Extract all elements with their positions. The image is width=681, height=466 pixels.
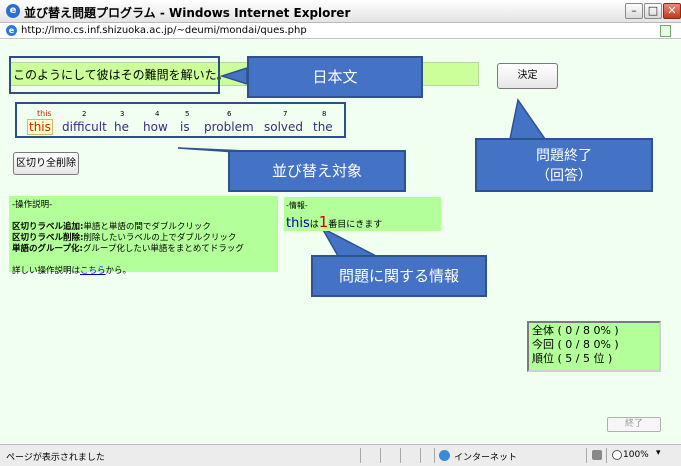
instruction-group-label: 単語のグループ化:: [12, 244, 83, 254]
word-index: this: [37, 109, 52, 118]
word-token[interactable]: solved: [264, 120, 303, 134]
instruction-del-text: 削除したいラベルの上でダブルクリック: [83, 233, 237, 243]
info-panel: -情報- thisは1番目にきます: [284, 197, 441, 231]
status-text: ページが表示されました: [6, 453, 105, 463]
word-index: 3: [120, 110, 125, 118]
stats-current: 今回 ( 0 / 8 0% ): [532, 338, 619, 351]
word-index: 8: [322, 110, 327, 118]
word-index: 6: [227, 110, 232, 118]
zoom-level[interactable]: 100%: [623, 450, 649, 460]
status-bar: ページが表示されました インターネット 100% ▾: [0, 444, 681, 466]
internet-zone-icon: [439, 450, 450, 461]
callout-question-end: 問題終了 （回答）: [475, 138, 653, 192]
status-separator: [420, 448, 421, 463]
instruction-add-text: 単語と単語の間でダブルクリック: [83, 222, 211, 232]
end-pointer: [509, 98, 547, 140]
info-header: -情報-: [286, 201, 308, 210]
info-number: 1: [318, 213, 329, 231]
protected-mode-icon[interactable]: [592, 450, 602, 460]
instruction-detail-link[interactable]: こちら: [80, 266, 106, 276]
word-token[interactable]: difficult: [62, 120, 107, 134]
info-word: this: [286, 216, 310, 231]
word-token[interactable]: he: [114, 120, 129, 134]
clear-separators-button[interactable]: 区切り全削除: [13, 152, 79, 175]
word-token[interactable]: is: [180, 120, 190, 134]
stats-total: 全体 ( 0 / 8 0% ): [532, 324, 619, 337]
status-separator: [606, 448, 607, 463]
status-separator: [380, 448, 381, 463]
info-line: thisは1番目にきます: [286, 213, 439, 231]
instruction-del-label: 区切りラベル削除:: [12, 233, 84, 243]
word-token[interactable]: problem: [204, 120, 254, 134]
callout-question-info: 問題に関する情報: [311, 255, 487, 297]
finish-button[interactable]: 終了: [607, 417, 661, 432]
zoom-dropdown-icon[interactable]: ▾: [656, 448, 661, 458]
nihonbun-pointer: [219, 66, 248, 86]
callout-end-line1: 問題終了: [536, 148, 592, 164]
zoom-icon[interactable]: [612, 450, 622, 460]
word-token[interactable]: how: [143, 120, 168, 134]
word-index: 2: [82, 110, 87, 118]
callout-sort-target: 並び替え対象: [228, 150, 406, 192]
word-index: 4: [155, 110, 160, 118]
status-separator: [400, 448, 401, 463]
info-pointer: [320, 226, 377, 257]
status-separator: [360, 448, 361, 463]
info-suffix: 番目にきます: [328, 220, 383, 230]
word-token[interactable]: the: [313, 120, 333, 134]
instruction-detail-prefix: 詳しい操作説明は: [12, 266, 81, 276]
status-separator: [586, 448, 587, 463]
status-separator: [434, 448, 435, 463]
word-token[interactable]: this: [27, 119, 53, 135]
instructions-header: -操作説明-: [12, 200, 53, 210]
instruction-add-label: 区切りラベル追加:: [12, 222, 84, 232]
word-index: 5: [185, 110, 190, 118]
callout-nihonbun: 日本文: [247, 56, 423, 98]
info-wa: は: [309, 220, 319, 230]
instructions-panel: -操作説明- 区切りラベル追加:単語と単語の間でダブルクリック 区切りラベル削除…: [9, 196, 278, 276]
stats-panel: 全体 ( 0 / 8 0% ) 今回 ( 0 / 8 0% ) 順位 ( 5 /…: [527, 321, 661, 372]
stats-rank: 順位 ( 5 / 5 位 ): [532, 352, 613, 365]
instruction-group-text: グループ化したい単語をまとめてドラッグ: [82, 244, 244, 254]
instruction-detail-suffix: から。: [105, 266, 132, 276]
word-index: 7: [283, 110, 288, 118]
zone-text: インターネット: [454, 453, 518, 463]
callout-end-line2: （回答）: [536, 168, 592, 184]
